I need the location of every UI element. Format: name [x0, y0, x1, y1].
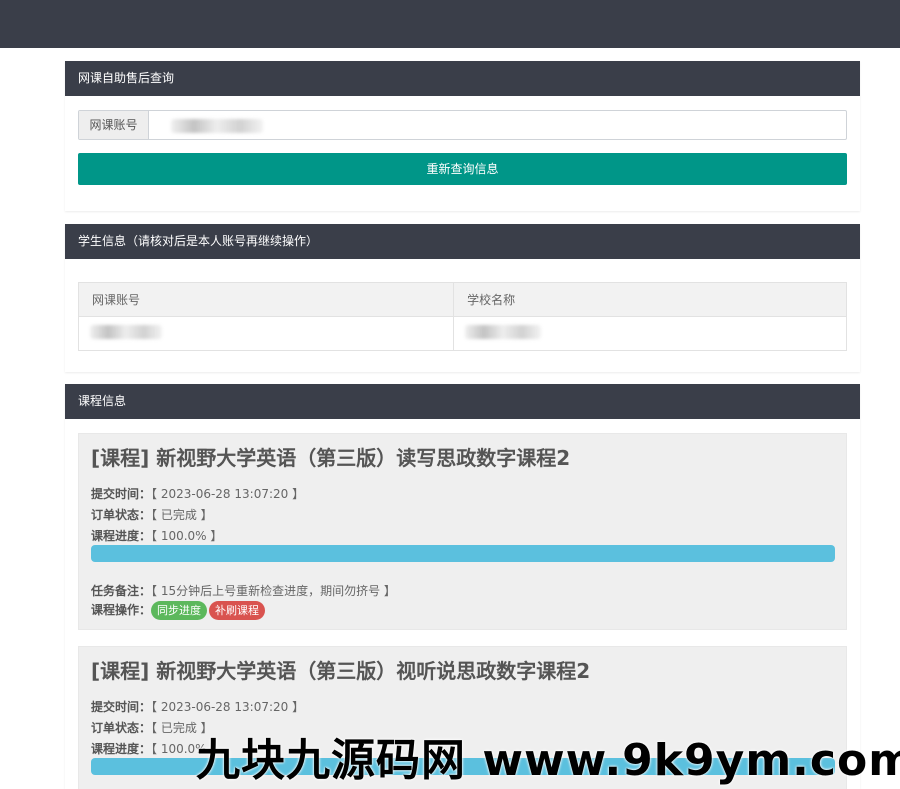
- order-status-label: 订单状态：: [91, 508, 152, 522]
- progress-value: 【 100.0% 】: [151, 529, 223, 543]
- school-cell: [453, 316, 847, 351]
- course-title: [课程] 新视野大学英语（第三版）视听说思政数字课程2: [91, 659, 591, 683]
- submit-time-value: 【 2023-06-28 13:07:20 】: [151, 700, 305, 714]
- table-row: [77, 316, 847, 351]
- col-school-header: 学校名称: [453, 282, 847, 317]
- account-label: 网课账号: [79, 111, 149, 139]
- redo-course-button[interactable]: 补刷课程: [209, 601, 266, 620]
- site-watermark: 九块九源码网 www.9k9ym.com: [196, 735, 900, 786]
- order-status-row: 订单状态：【 已完成 】: [91, 506, 213, 523]
- sync-progress-button[interactable]: 同步进度: [151, 601, 208, 620]
- col-account-header: 网课账号: [77, 282, 455, 317]
- query-panel-title: 网课自助售后查询: [65, 61, 860, 96]
- redacted-account-value: [171, 119, 263, 133]
- top-navbar: [0, 0, 900, 48]
- progress-bar: [91, 545, 835, 562]
- query-panel: 网课自助售后查询 网课账号 重新查询信息: [65, 61, 860, 211]
- progress-label: 课程进度：: [91, 742, 152, 756]
- course-panel-title: 课程信息: [65, 384, 860, 419]
- redacted-school: [465, 325, 542, 339]
- order-status-row: 订单状态：【 已完成 】: [91, 719, 213, 736]
- progress-row: 课程进度：【 100.0% 】: [91, 527, 222, 544]
- submit-time-row: 提交时间：【 2023-06-28 13:07:20 】: [91, 698, 304, 715]
- order-status-label: 订单状态：: [91, 721, 152, 735]
- progress-label: 课程进度：: [91, 529, 152, 543]
- submit-time-label: 提交时间：: [91, 700, 152, 714]
- student-info-table: 网课账号 学校名称: [77, 282, 847, 351]
- task-note-row: 任务备注：【 15分钟后上号重新检查进度，期间勿挤号 】: [91, 582, 396, 599]
- task-note-value: 【 15分钟后上号重新检查进度，期间勿挤号 】: [151, 584, 396, 598]
- requery-button[interactable]: 重新查询信息: [78, 153, 847, 185]
- redacted-account: [90, 325, 162, 339]
- course-title: [课程] 新视野大学英语（第三版）读写思政数字课程2: [91, 446, 571, 470]
- student-panel: 学生信息（请核对后是本人账号再继续操作） 网课账号 学校名称: [65, 224, 860, 372]
- submit-time-value: 【 2023-06-28 13:07:20 】: [151, 487, 305, 501]
- account-input-group: 网课账号: [78, 110, 847, 140]
- order-status-value: 【 已完成 】: [151, 508, 213, 522]
- course-card: [课程] 新视野大学英语（第三版）读写思政数字课程2 提交时间：【 2023-0…: [78, 433, 847, 630]
- table-header-row: 网课账号 学校名称: [77, 282, 847, 317]
- student-panel-title: 学生信息（请核对后是本人账号再继续操作）: [65, 224, 860, 259]
- course-ops-row: 课程操作： 同步进度 补刷课程: [91, 601, 267, 620]
- course-ops-label: 课程操作：: [91, 603, 152, 617]
- account-cell: [77, 316, 455, 351]
- submit-time-row: 提交时间：【 2023-06-28 13:07:20 】: [91, 485, 304, 502]
- task-note-label: 任务备注：: [91, 584, 152, 598]
- submit-time-label: 提交时间：: [91, 487, 152, 501]
